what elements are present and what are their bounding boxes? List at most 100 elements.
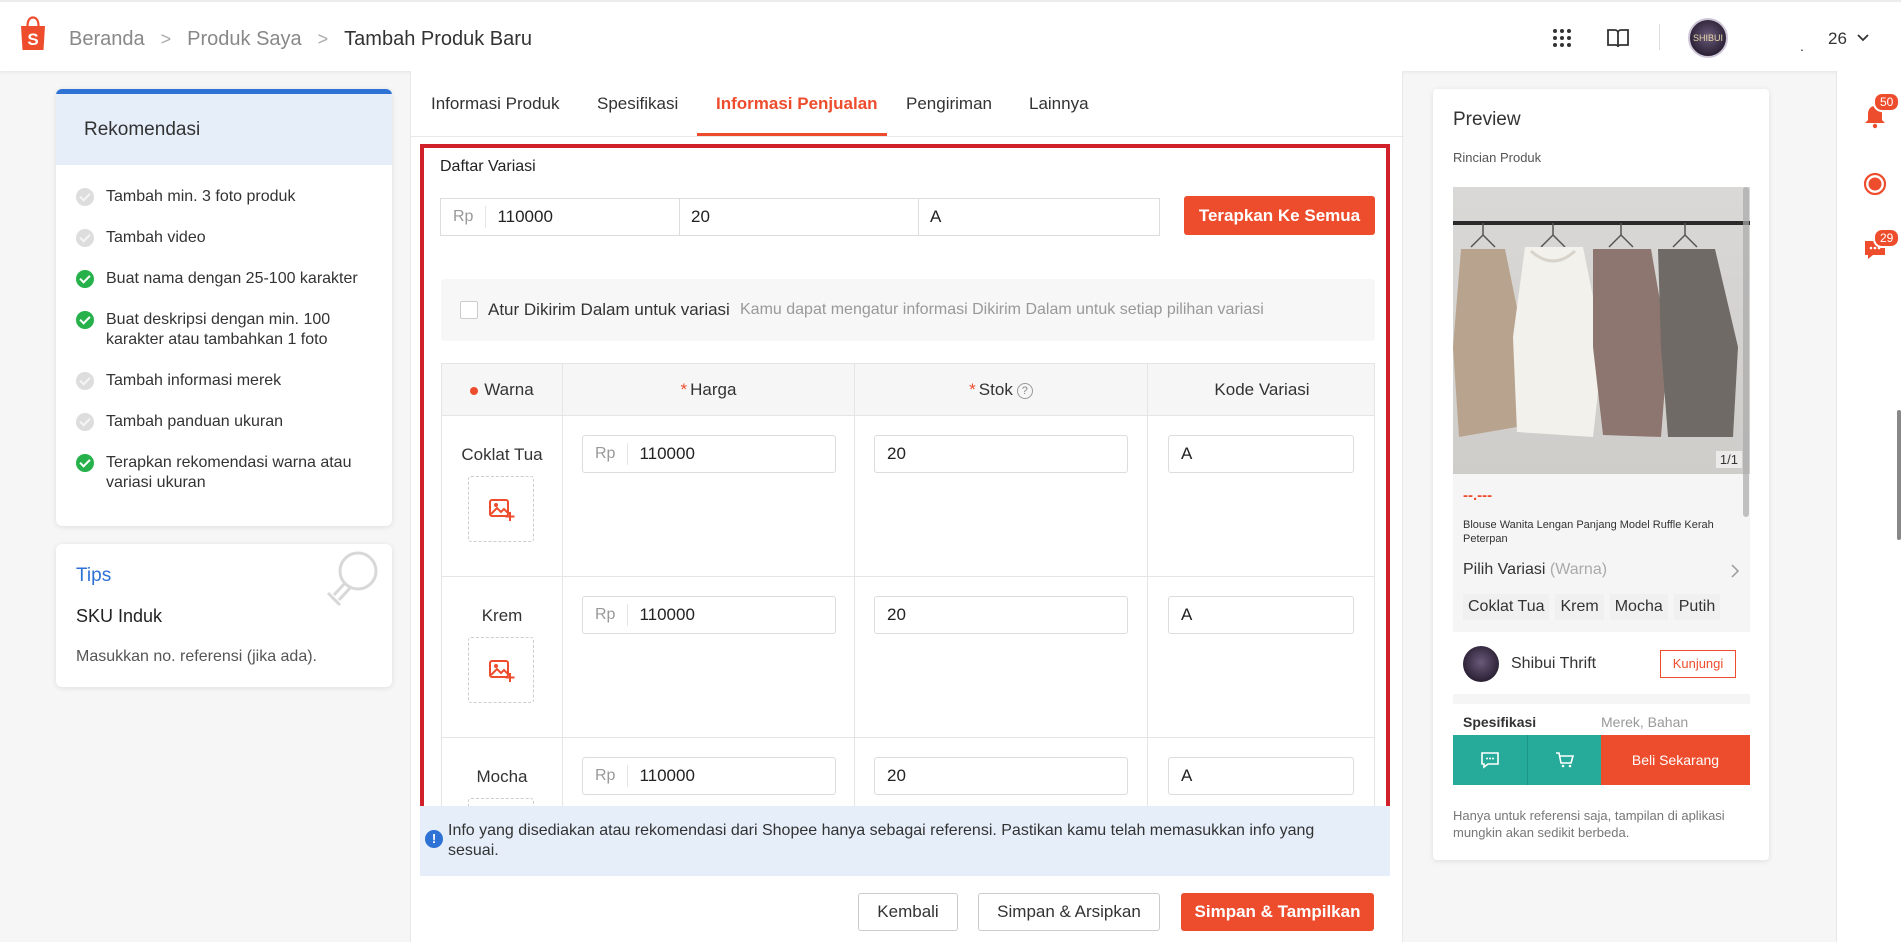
help-icon[interactable]: ? xyxy=(1016,382,1033,399)
check-circle-icon xyxy=(76,454,94,472)
dikirim-dalam-checkbox[interactable] xyxy=(460,301,478,319)
price-input[interactable]: Rp 110000 xyxy=(582,596,836,634)
rekomendasi-card: Rekomendasi Tambah min. 3 foto produk Ta… xyxy=(56,89,392,526)
avatar-text: SHIBUI xyxy=(1692,33,1723,43)
spec-value: Merek, Bahan xyxy=(1601,714,1689,730)
list-item: Tambah panduan ukuran xyxy=(76,412,374,432)
apps-grid-icon[interactable] xyxy=(1550,26,1574,50)
tab-spesifikasi[interactable]: Spesifikasi xyxy=(597,94,678,114)
right-rail: 50 29 xyxy=(1836,71,1901,942)
add-image-button[interactable] xyxy=(468,637,534,703)
breadcrumb-beranda[interactable]: Beranda xyxy=(69,28,145,51)
variation-chip[interactable]: Mocha xyxy=(1609,594,1668,620)
username[interactable]: . xyxy=(1800,38,1804,54)
table-header: Warna * Harga * Stok? Kode Variasi xyxy=(442,364,1374,416)
breadcrumb: Beranda > Produk Saya > Tambah Produk Ba… xyxy=(69,28,532,51)
info-banner: ! Info yang disediakan atau rekomendasi … xyxy=(420,806,1390,876)
preview-scrollbar[interactable] xyxy=(1743,187,1749,517)
bulk-stock-input[interactable]: 20 xyxy=(679,198,919,236)
tips-title: Tips xyxy=(76,565,112,586)
rekomendasi-title: Rekomendasi xyxy=(56,89,392,165)
price-input[interactable]: Rp 110000 xyxy=(582,435,836,473)
save-archive-button[interactable]: Simpan & Arsipkan xyxy=(978,893,1160,931)
user-number[interactable]: 26 xyxy=(1828,29,1847,49)
code-input[interactable]: A xyxy=(1168,435,1354,473)
chat-icon xyxy=(1481,752,1499,769)
code-input[interactable]: A xyxy=(1168,596,1354,634)
visit-shop-button[interactable]: Kunjungi xyxy=(1660,650,1736,678)
table-row: Mocha Rp 110000 20 A xyxy=(442,738,1374,806)
stock-cell: 20 xyxy=(855,416,1148,577)
shopee-logo-icon[interactable]: S xyxy=(18,16,48,52)
add-image-button[interactable] xyxy=(468,476,534,542)
currency-prefix: Rp xyxy=(583,604,629,626)
shop-row: Shibui Thrift Kunjungi xyxy=(1453,632,1750,694)
tips-card: Tips SKU Induk Masukkan no. referensi (j… xyxy=(56,544,392,687)
back-button[interactable]: Kembali xyxy=(858,893,958,931)
pilih-variasi-label: Pilih Variasi xyxy=(1463,561,1546,578)
book-icon[interactable] xyxy=(1606,26,1630,50)
breadcrumb-produk-saya[interactable]: Produk Saya xyxy=(187,28,302,51)
apply-all-button[interactable]: Terapkan Ke Semua xyxy=(1184,196,1375,235)
preview-product-name: Blouse Wanita Lengan Panjang Model Ruffl… xyxy=(1463,519,1714,545)
avatar[interactable]: SHIBUI xyxy=(1688,18,1728,58)
page-scrollbar[interactable] xyxy=(1897,410,1901,540)
variation-chip[interactable]: Krem xyxy=(1555,594,1604,620)
price-input[interactable]: Rp 110000 xyxy=(582,757,836,795)
preview-note: Hanya untuk referensi saja, tampilan di … xyxy=(1453,808,1725,840)
price-value: 110000 xyxy=(639,444,695,463)
check-circle-icon xyxy=(76,188,94,206)
variation-name: Mocha xyxy=(476,767,528,786)
photo-counter: 1/1 xyxy=(1715,451,1742,468)
preview-price: --.--- xyxy=(1463,487,1493,504)
rekomendasi-item-label: Tambah panduan ukuran xyxy=(106,413,284,430)
variation-name: Krem xyxy=(481,606,523,625)
code-cell: A xyxy=(1148,577,1374,738)
column-label: Warna xyxy=(484,380,534,399)
bulk-price-value: 110000 xyxy=(497,207,553,226)
headset-icon[interactable] xyxy=(1862,171,1888,197)
stock-input[interactable]: 20 xyxy=(874,435,1128,473)
cart-icon xyxy=(1556,752,1575,768)
variation-chip[interactable]: Coklat Tua xyxy=(1463,594,1550,620)
required-mark: * xyxy=(680,380,688,399)
check-circle-icon xyxy=(76,413,94,431)
check-circle-icon xyxy=(76,229,94,247)
bulk-code-input[interactable]: A xyxy=(918,198,1160,236)
preview-action-bar: Beli Sekarang xyxy=(1453,735,1750,785)
chat-button[interactable] xyxy=(1453,735,1527,785)
breadcrumb-chevron-icon: > xyxy=(160,29,172,49)
code-cell: A xyxy=(1148,738,1374,806)
rekomendasi-item-label: Tambah informasi merek xyxy=(106,372,282,389)
tab-lainnya[interactable]: Lainnya xyxy=(1029,94,1089,114)
breadcrumb-chevron-icon: > xyxy=(317,29,329,49)
variation-table: Warna * Harga * Stok? Kode Variasi Coklat … xyxy=(441,363,1375,807)
tab-informasi-penjualan[interactable]: Informasi Penjualan xyxy=(716,94,878,114)
add-to-cart-button[interactable] xyxy=(1527,735,1601,785)
stock-value: 20 xyxy=(887,605,906,624)
variation-name-cell: Coklat Tua xyxy=(442,416,563,577)
breadcrumb-current: Tambah Produk Baru xyxy=(344,28,533,50)
code-value: A xyxy=(1181,444,1193,463)
tab-bar: Informasi Produk Spesifikasi Informasi P… xyxy=(411,71,1404,137)
stock-value: 20 xyxy=(887,766,906,785)
stock-input[interactable]: 20 xyxy=(874,757,1128,795)
save-show-button[interactable]: Simpan & Tampilkan xyxy=(1181,893,1374,931)
variation-chips: Coklat Tua Krem Mocha Putih xyxy=(1463,594,1721,620)
product-photo[interactable]: 1/1 xyxy=(1453,187,1750,474)
column-header-stok: * Stok? xyxy=(855,364,1148,416)
variation-chip[interactable]: Putih xyxy=(1673,594,1721,620)
tips-heading: SKU Induk xyxy=(76,606,163,626)
tab-pengiriman[interactable]: Pengiriman xyxy=(906,94,992,114)
required-dot-icon xyxy=(470,386,479,395)
bulk-price-input[interactable]: Rp 110000 xyxy=(440,198,680,236)
dikirim-dalam-label[interactable]: Atur Dikirim Dalam untuk variasi xyxy=(488,300,730,320)
currency-prefix: Rp xyxy=(583,443,629,465)
buy-now-button[interactable]: Beli Sekarang xyxy=(1601,735,1750,785)
code-input[interactable]: A xyxy=(1168,757,1354,795)
pilih-variasi[interactable]: Pilih Variasi (Warna) xyxy=(1463,561,1607,579)
list-item: Tambah video xyxy=(76,228,374,248)
tab-informasi-produk[interactable]: Informasi Produk xyxy=(431,94,560,114)
stock-input[interactable]: 20 xyxy=(874,596,1128,634)
chevron-down-icon[interactable] xyxy=(1856,31,1870,45)
